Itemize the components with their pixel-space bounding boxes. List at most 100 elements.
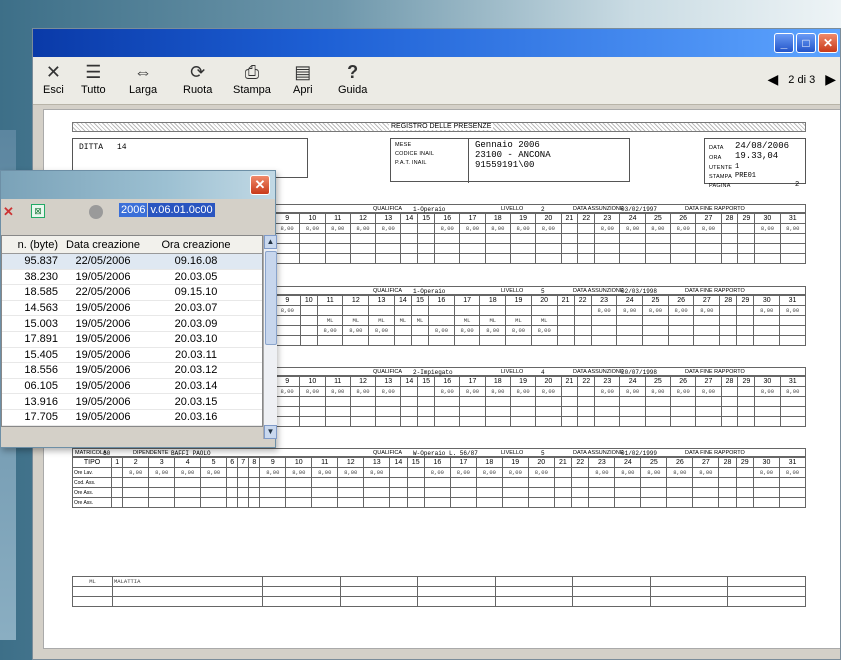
open-button[interactable]: ▤ Apri [293,60,313,96]
day-cell [400,223,419,234]
section-field: W-Operaio L. 56/87 [413,450,478,457]
day-header: 19 [509,376,537,387]
day-cell [200,477,228,488]
day-cell [535,416,562,427]
report-title: REGISTRO DELLE PRESENZE [389,123,494,130]
day-cell [316,335,344,346]
time-cell: 20.03.12 [174,364,218,377]
minimize-button[interactable]: _ [774,33,794,53]
table-row[interactable]: 38.230 19/05/2006 20.03.05 [2,270,262,286]
section-field: 5 [541,450,545,457]
help-button[interactable]: ? Guida [338,60,367,96]
day-cell: 8,00 [594,223,621,234]
table-row[interactable]: 18.585 22/05/2006 09.15.10 [2,285,262,301]
prev-page-icon[interactable]: ◀ [768,71,779,88]
day-cell [509,253,537,264]
day-cell [122,487,150,498]
day-cell [590,325,618,336]
dialog-close-button[interactable]: ✕ [250,175,270,195]
day-header: 22 [577,376,596,387]
day-cell [484,406,511,417]
day-header: 28 [720,213,739,224]
time-cell: 20.03.14 [174,380,218,393]
time-cell: 20.03.16 [174,411,218,424]
day-cell [509,243,537,254]
day-cell [693,315,721,326]
exit-button[interactable]: ✕ Esci [43,60,64,96]
day-cell: ML [410,315,430,326]
day-cell [459,233,486,244]
section-field: DATA ASSUNZIONE [573,369,624,375]
scroll-down-icon[interactable]: ▼ [264,425,277,439]
day-cell: 8,00 [505,325,532,336]
fit-width-button[interactable]: ⇔ Larga [129,60,157,96]
table-row[interactable]: 06.105 19/05/2006 20.03.14 [2,379,262,395]
day-cell [434,416,461,427]
day-cell [324,233,351,244]
table-row[interactable]: 14.563 19/05/2006 20.03.07 [2,301,262,317]
scroll-thumb[interactable] [265,251,277,345]
table-row[interactable]: 18.556 19/05/2006 20.03.12 [2,363,262,379]
day-cell: 8,00 [594,386,621,397]
scroll-up-icon[interactable]: ▲ [264,235,277,249]
day-cell [754,233,781,244]
time-cell: 09.16.08 [174,255,218,268]
day-cell [754,406,781,417]
print-button[interactable]: ⎙ Stampa [233,60,271,96]
time-cell: 09.15.10 [174,286,218,299]
day-cell [174,487,202,498]
day-cell: 8,00 [693,305,721,316]
table-row[interactable]: 15.003 19/05/2006 20.03.09 [2,316,262,332]
date-cell: 19/05/2006 [75,270,131,283]
table-row[interactable]: 95.837 22/05/2006 09.16.08 [2,254,262,270]
day-cell: 8,00 [590,305,618,316]
next-page-icon[interactable]: ▶ [825,71,836,88]
rotate-button[interactable]: ⟳ Ruota [183,60,212,96]
day-cell [299,233,326,244]
table-row[interactable]: 17.891 19/05/2006 20.03.10 [2,332,262,348]
day-cell [459,253,486,264]
maximize-button[interactable]: □ [796,33,816,53]
day-cell [484,253,511,264]
column-size[interactable]: n. (byte) [2,239,58,251]
day-cell [299,396,326,407]
dialog-toolbar: ✕ ⊠ 2006 v.06.01.0c00 [1,201,277,225]
day-header: 19 [505,295,532,306]
day-cell: 8,00 [779,386,807,397]
day-cell [718,467,737,478]
day-cell [375,243,402,254]
day-cell [299,305,318,316]
day-cell [556,315,575,326]
table-row[interactable]: 15.405 19/05/2006 20.03.11 [2,348,262,364]
day-cell [417,396,436,407]
day-cell [737,233,756,244]
table-row[interactable]: 13.916 19/05/2006 20.03.15 [2,394,262,410]
day-cell [720,406,739,417]
table-scrollbar[interactable]: ▲ ▼ [263,235,277,439]
day-cell [735,487,754,498]
all-pages-button[interactable]: ☰ Tutto [81,60,106,96]
column-time[interactable]: Ora creazione [148,239,244,251]
day-header: 21 [556,295,575,306]
day-cell: 8,00 [695,386,722,397]
day-cell [122,497,150,508]
close-window-button[interactable]: ✕ [818,33,838,53]
table-row[interactable]: 17.705 19/05/2006 20.03.16 [2,410,262,426]
excel-export-icon[interactable]: ⊠ [31,204,45,218]
day-cell [527,487,555,498]
day-cell [577,233,596,244]
day-cell [571,467,590,478]
day-cell [428,335,455,346]
day-cell [553,497,573,508]
day-cell [342,335,370,346]
delete-icon[interactable]: ✕ [3,204,14,220]
day-cell: 8,00 [174,467,202,478]
day-cell [479,335,507,346]
column-date[interactable]: Data creazione [58,239,148,251]
day-cell [337,477,365,488]
day-cell [666,477,694,488]
day-cell: 8,00 [753,305,781,316]
day-cell: 8,00 [752,467,780,478]
day-cell [406,477,425,488]
printer-icon: ⎙ [244,62,260,82]
